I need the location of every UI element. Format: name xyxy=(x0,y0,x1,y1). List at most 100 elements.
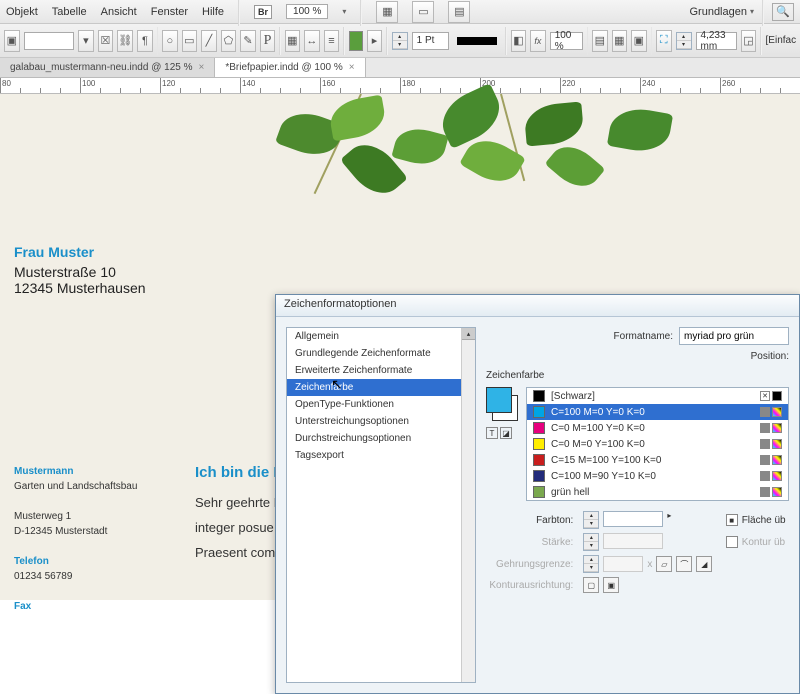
menu-ansicht[interactable]: Ansicht xyxy=(101,6,137,18)
swatch-type-icons xyxy=(760,439,782,449)
format-text-icon[interactable]: T xyxy=(486,427,498,439)
color-type-icon xyxy=(772,471,782,481)
document-tab-2[interactable]: *Briefpapier.indd @ 100 % × xyxy=(215,58,365,77)
fill-none-icon[interactable]: ☒ xyxy=(98,30,114,52)
arrange-icon[interactable]: ▤ xyxy=(448,1,470,23)
menu-hilfe[interactable]: Hilfe xyxy=(202,6,224,18)
menu-fenster[interactable]: Fenster xyxy=(151,6,188,18)
crop-icon[interactable]: ⛶ xyxy=(656,30,672,52)
close-icon[interactable]: × xyxy=(349,62,355,73)
object-type-icon[interactable]: ▣ xyxy=(4,30,20,52)
tint-spinner[interactable]: ▴▾ xyxy=(583,511,599,529)
horizontal-ruler[interactable]: 80100120140160180200220240260280 xyxy=(0,78,800,94)
close-icon[interactable]: × xyxy=(199,62,205,73)
swatch-name: [Schwarz] xyxy=(551,391,595,402)
stroke-align-outside-icon[interactable]: ▣ xyxy=(603,577,619,593)
bridge-icon[interactable]: Br xyxy=(254,5,272,19)
shape-line-icon[interactable]: ╱ xyxy=(201,30,217,52)
workspace-switcher[interactable]: Grundlagen xyxy=(689,6,754,18)
weight-spinner[interactable]: ▴▾ xyxy=(583,533,599,551)
tint-dropdown-icon[interactable]: ▸ xyxy=(667,511,671,529)
shape-rect-icon[interactable]: ▭ xyxy=(182,30,198,52)
category-item[interactable]: OpenType-Funktionen xyxy=(287,396,475,413)
sender-block[interactable]: Mustermann Garten und Landschaftsbau Mus… xyxy=(14,464,137,614)
swatch-row[interactable]: C=100 M=90 Y=10 K=0 xyxy=(527,468,788,484)
text-wrap-none-icon[interactable]: ▤ xyxy=(592,30,608,52)
screen-mode-icon[interactable]: ▭ xyxy=(412,1,434,23)
swatch-type-icons xyxy=(760,407,782,417)
swatch-row[interactable]: C=100 M=0 Y=0 K=0 xyxy=(527,404,788,420)
swatch-row[interactable]: [Schwarz]✕ xyxy=(527,388,788,404)
pen-icon[interactable]: ✎ xyxy=(240,30,256,52)
body-line-1: integer posue xyxy=(195,520,286,535)
category-item[interactable]: Grundlegende Zeichenformate xyxy=(287,345,475,362)
swatch-row[interactable]: C=0 M=100 Y=0 K=0 xyxy=(527,420,788,436)
shape-ellipse-icon[interactable]: ○ xyxy=(162,30,178,52)
fill-swatch[interactable] xyxy=(349,31,363,51)
shape-poly-icon[interactable]: ⬠ xyxy=(221,30,237,52)
gap-icon[interactable]: ↔ xyxy=(304,30,320,52)
search-icon[interactable]: 🔍 xyxy=(772,3,794,21)
stroke-weight[interactable]: 1 Pt xyxy=(412,32,449,50)
measure-spinner[interactable]: ▴▾ xyxy=(676,32,692,50)
tint-input[interactable] xyxy=(603,511,663,527)
align-icon[interactable]: ≡ xyxy=(324,30,340,52)
dropdown-icon[interactable]: ▾ xyxy=(78,30,94,52)
format-container-icon[interactable]: ◪ xyxy=(500,427,512,439)
document-canvas[interactable]: Frau Muster Musterstraße 10 12345 Muster… xyxy=(0,94,800,600)
zoom-level[interactable]: 100 % xyxy=(286,4,328,19)
swatch-row[interactable]: C=0 M=0 Y=100 K=0 xyxy=(527,436,788,452)
scrollbar[interactable]: ▴ xyxy=(461,328,475,682)
addressee-block[interactable]: Frau Muster Musterstraße 10 12345 Muster… xyxy=(14,244,146,296)
weight-input xyxy=(603,533,663,549)
type-icon[interactable]: P xyxy=(260,30,276,52)
color-mode-icon xyxy=(760,487,770,497)
separator xyxy=(762,0,764,26)
category-item[interactable]: Durchstreichungsoptionen xyxy=(287,430,475,447)
measure-field[interactable]: 4,233 mm xyxy=(696,32,737,50)
swatch-row[interactable]: C=15 M=100 Y=100 K=0 xyxy=(527,452,788,468)
stroke-preview[interactable] xyxy=(457,37,498,45)
fill-stroke-proxy[interactable]: T ◪ xyxy=(486,387,520,439)
category-item[interactable]: Erweiterte Zeichenformate xyxy=(287,362,475,379)
menu-tabelle[interactable]: Tabelle xyxy=(52,6,87,18)
stroke-spinner[interactable]: ▴▾ xyxy=(392,32,408,50)
category-item[interactable]: Unterstreichungsoptionen xyxy=(287,413,475,430)
opacity-icon[interactable]: ◧ xyxy=(511,30,527,52)
category-list[interactable]: AllgemeinGrundlegende ZeichenformateErwe… xyxy=(286,327,476,683)
join-miter-icon[interactable]: ⏥ xyxy=(656,556,672,572)
swatch-type-icons xyxy=(760,487,782,497)
view-options-icon[interactable]: ▦ xyxy=(376,1,398,23)
text-wrap-bound-icon[interactable]: ▦ xyxy=(612,30,628,52)
swap-icon[interactable]: ▸ xyxy=(367,30,383,52)
document-tab-1[interactable]: galabau_mustermann-neu.indd @ 125 % × xyxy=(0,58,215,77)
fill-overprint-checkbox[interactable]: ■ xyxy=(726,514,738,526)
fx-icon[interactable]: fx xyxy=(530,30,546,52)
formatname-input[interactable] xyxy=(679,327,789,345)
fill-proxy[interactable] xyxy=(486,387,512,413)
category-item[interactable]: Tagsexport xyxy=(287,447,475,464)
corner-icon[interactable]: ◲ xyxy=(741,30,757,52)
join-bevel-icon[interactable]: ◢ xyxy=(696,556,712,572)
link-icon[interactable]: ⛓ xyxy=(117,30,133,52)
category-item[interactable]: Allgemein xyxy=(287,328,475,345)
text-wrap-icon[interactable]: ¶ xyxy=(137,30,153,52)
formatname-label: Formatname: xyxy=(614,331,673,342)
grid-icon[interactable]: ▦ xyxy=(285,30,301,52)
swatch-type-icons xyxy=(760,423,782,433)
body-block[interactable]: Ich bin die H Sehr geehrte F integer pos… xyxy=(195,464,286,570)
addressee-city: 12345 Musterhausen xyxy=(14,280,146,296)
menu-objekt[interactable]: Objekt xyxy=(6,6,38,18)
opacity-field[interactable]: 100 % xyxy=(550,32,583,50)
miter-spinner[interactable]: ▴▾ xyxy=(583,555,599,573)
category-item[interactable]: Zeichenfarbe xyxy=(287,379,475,396)
stroke-align-center-icon[interactable]: ▢ xyxy=(583,577,599,593)
swatch-list[interactable]: [Schwarz]✕C=100 M=0 Y=0 K=0C=0 M=100 Y=0… xyxy=(526,387,789,501)
separator xyxy=(343,27,344,55)
zoom-dropdown-icon[interactable]: ▾ xyxy=(342,7,346,16)
text-wrap-shape-icon[interactable]: ▣ xyxy=(631,30,647,52)
style-field[interactable] xyxy=(24,32,75,50)
swatch-row[interactable]: grün hell xyxy=(527,484,788,500)
color-type-icon xyxy=(772,487,782,497)
join-round-icon[interactable]: ⌒ xyxy=(676,556,692,572)
